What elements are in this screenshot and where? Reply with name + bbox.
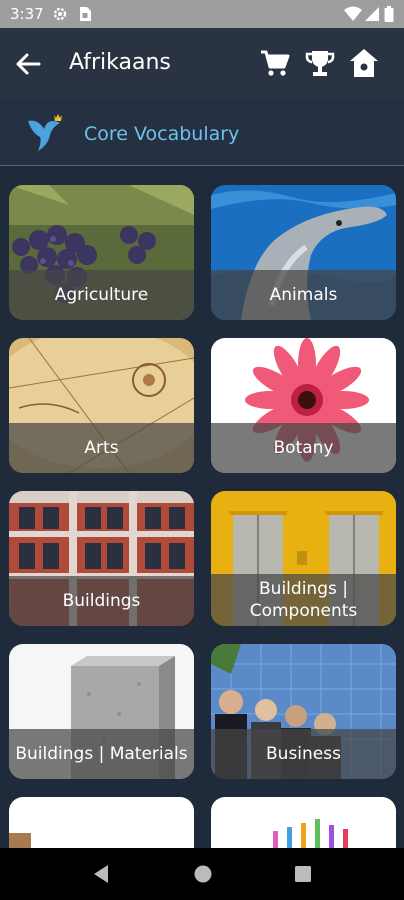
arrow-left-icon[interactable]	[12, 48, 44, 80]
category-card-buildings-materials[interactable]: Buildings | Materials	[9, 644, 194, 779]
category-card-agriculture[interactable]: Agriculture	[9, 185, 194, 320]
cellular-signal-icon	[365, 6, 379, 22]
cart-icon[interactable]	[258, 46, 292, 80]
status-bar: 3:37	[0, 0, 404, 28]
category-label: Buildings | Components	[211, 574, 396, 626]
sim-card-icon	[78, 6, 92, 22]
category-label: Animals	[211, 270, 396, 320]
category-label: Botany	[211, 423, 396, 473]
category-label: Buildings	[9, 576, 194, 626]
system-nav-bar	[0, 848, 404, 900]
category-label: Agriculture	[9, 270, 194, 320]
app-title: Afrikaans	[69, 50, 171, 75]
category-card-business[interactable]: Business	[211, 644, 396, 779]
category-label: Business	[211, 729, 396, 779]
back-triangle-icon[interactable]	[92, 864, 110, 889]
home-circle-icon[interactable]	[193, 864, 213, 889]
category-label: Buildings | Materials	[9, 729, 194, 779]
category-grid: Agriculture Animals Arts Botany Building…	[0, 167, 404, 848]
app-bar: Afrikaans	[0, 28, 404, 98]
candles-image	[211, 797, 396, 848]
category-card-animals[interactable]: Animals	[211, 185, 396, 320]
category-card-buildings[interactable]: Buildings	[9, 491, 194, 626]
home-icon[interactable]	[347, 46, 381, 80]
category-card-botany[interactable]: Botany	[211, 338, 396, 473]
category-label: Arts	[9, 423, 194, 473]
wifi-icon	[344, 6, 362, 22]
section-title: Core Vocabulary	[84, 123, 240, 145]
partial-image	[9, 797, 194, 848]
category-card-partial-left[interactable]	[9, 797, 194, 848]
status-time: 3:37	[10, 5, 44, 23]
battery-icon	[384, 6, 394, 22]
bird-crown-logo-icon	[26, 111, 66, 153]
settings-gear-icon	[52, 6, 68, 22]
category-card-partial-right[interactable]	[211, 797, 396, 848]
section-header: Core Vocabulary	[0, 98, 404, 166]
recents-square-icon[interactable]	[294, 864, 312, 889]
category-card-arts[interactable]: Arts	[9, 338, 194, 473]
category-card-buildings-components[interactable]: Buildings | Components	[211, 491, 396, 626]
trophy-icon[interactable]	[303, 46, 337, 80]
